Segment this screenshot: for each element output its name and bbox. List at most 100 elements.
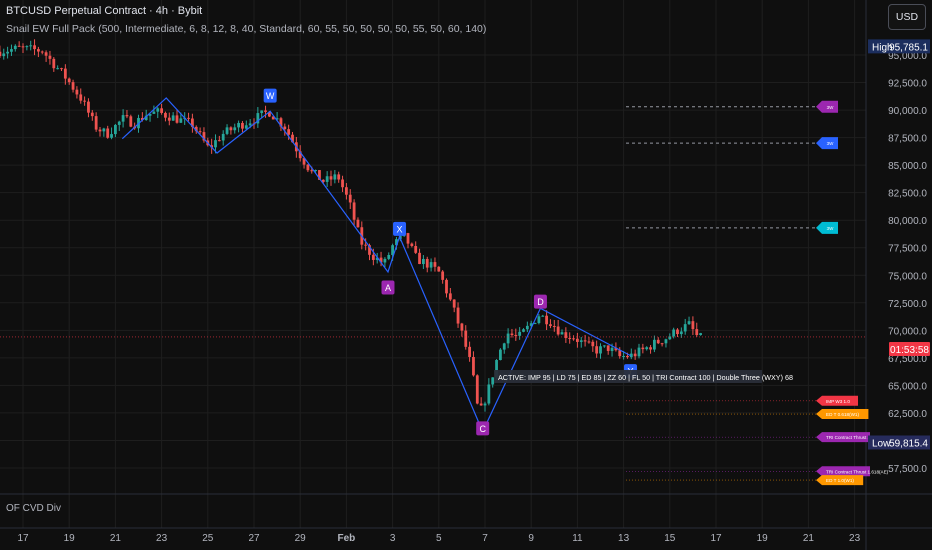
candle-body: [552, 326, 556, 328]
candle-body: [568, 337, 572, 339]
candle-body: [160, 108, 163, 113]
candle-body: [306, 164, 310, 171]
y-tick-label: 75,000.0: [888, 271, 927, 282]
x-tick-label: Feb: [338, 533, 356, 544]
candle-body: [587, 341, 591, 343]
candle-body: [10, 49, 13, 52]
candle-body: [633, 353, 637, 357]
currency-button[interactable]: USD: [888, 4, 926, 30]
candle-body: [679, 331, 683, 335]
candle-body: [175, 115, 179, 123]
x-tick-label: 21: [110, 533, 122, 544]
candle-body: [87, 101, 90, 113]
y-tick-label: 65,000.0: [888, 381, 927, 392]
candle-body: [2, 53, 6, 57]
candle-body: [433, 262, 437, 267]
candle-body: [56, 68, 60, 70]
wave-label-a: A: [385, 283, 391, 293]
candle-body: [337, 174, 341, 180]
candle-body: [691, 321, 695, 330]
sub-pane-label[interactable]: OF CVD Div: [6, 503, 61, 514]
candle-body: [29, 45, 33, 47]
candle-body: [225, 127, 229, 134]
y-tick-label: 72,500.0: [888, 299, 927, 310]
candle-body: [63, 68, 67, 79]
candle-body: [171, 115, 175, 121]
candle-body: [71, 82, 75, 90]
candle-body: [287, 129, 291, 135]
candle-body: [572, 338, 575, 340]
candle-body: [606, 345, 610, 351]
candle-body: [356, 219, 360, 228]
high-tag-value: 95,785.1: [889, 42, 928, 53]
candle-body: [221, 133, 225, 141]
candle-body: [522, 329, 525, 332]
candle-body: [429, 262, 433, 268]
candle-body: [695, 329, 699, 336]
candle-body: [452, 299, 456, 308]
candle-body: [0, 51, 2, 57]
candle-body: [325, 176, 329, 182]
candle-body: [129, 116, 133, 127]
x-tick-label: 27: [248, 533, 260, 544]
target-label: ED T 0.618(W1): [826, 412, 859, 417]
candle-body: [448, 293, 452, 300]
candle-body: [167, 117, 171, 121]
candle-body: [310, 170, 314, 172]
x-tick-label: 15: [664, 533, 676, 544]
y-tick-label: 87,500.0: [888, 134, 927, 145]
candle-body: [599, 346, 602, 354]
candle-body: [641, 347, 645, 350]
wave-label-w: W: [266, 91, 275, 101]
candle-body: [441, 271, 445, 280]
candle-body: [514, 334, 518, 336]
candle-body: [114, 124, 117, 135]
x-tick-label: 5: [436, 533, 442, 544]
candle-body: [44, 52, 48, 56]
target-label: TRI Contract Thrust 1.0: [826, 435, 874, 440]
x-tick-label: 17: [17, 533, 29, 544]
candle-body: [214, 140, 217, 148]
wave-label-d: D: [537, 297, 544, 307]
x-tick-label: 23: [156, 533, 168, 544]
wave-label-c: C: [479, 424, 486, 434]
candle-body: [67, 78, 71, 83]
candle-body: [422, 258, 425, 265]
candle-body: [244, 125, 248, 129]
candle-body: [518, 331, 522, 336]
candle-body: [545, 315, 548, 325]
candle-body: [491, 377, 495, 385]
candle-body: [445, 279, 448, 294]
candle-body: [106, 128, 110, 138]
y-tick-label: 90,000.0: [888, 106, 927, 117]
x-tick-label: 25: [202, 533, 214, 544]
x-tick-label: 13: [618, 533, 630, 544]
candle-body: [152, 111, 156, 114]
candle-body: [94, 116, 98, 130]
candle-body: [233, 127, 237, 131]
candle-body: [676, 329, 679, 335]
candle-body: [610, 347, 614, 351]
wave-label-x: X: [397, 224, 403, 234]
candle-body: [371, 254, 375, 260]
candle-body: [383, 258, 387, 263]
candle-body: [333, 174, 337, 180]
x-tick-label: 3: [390, 533, 396, 544]
candle-body: [345, 187, 348, 195]
candle-body: [60, 68, 63, 70]
symbol-title[interactable]: BTCUSD Perpetual Contract · 4h · Bybit: [6, 5, 202, 17]
candle-body: [352, 202, 356, 220]
candle-body: [579, 340, 583, 342]
candle-body: [348, 194, 352, 203]
candle-body: [479, 403, 483, 406]
candle-body: [33, 45, 36, 50]
candle-body: [672, 329, 676, 337]
candle-body: [649, 347, 652, 350]
candle-body: [75, 89, 79, 95]
candle-body: [591, 341, 595, 347]
candle-body: [6, 51, 9, 54]
candle-body: [52, 58, 56, 69]
price-chart[interactable]: 57,500.060,000.062,500.065,000.067,500.0…: [0, 0, 932, 550]
indicator-legend[interactable]: Snail EW Full Pack (500, Intermediate, 6…: [6, 23, 486, 35]
candle-body: [468, 346, 471, 357]
